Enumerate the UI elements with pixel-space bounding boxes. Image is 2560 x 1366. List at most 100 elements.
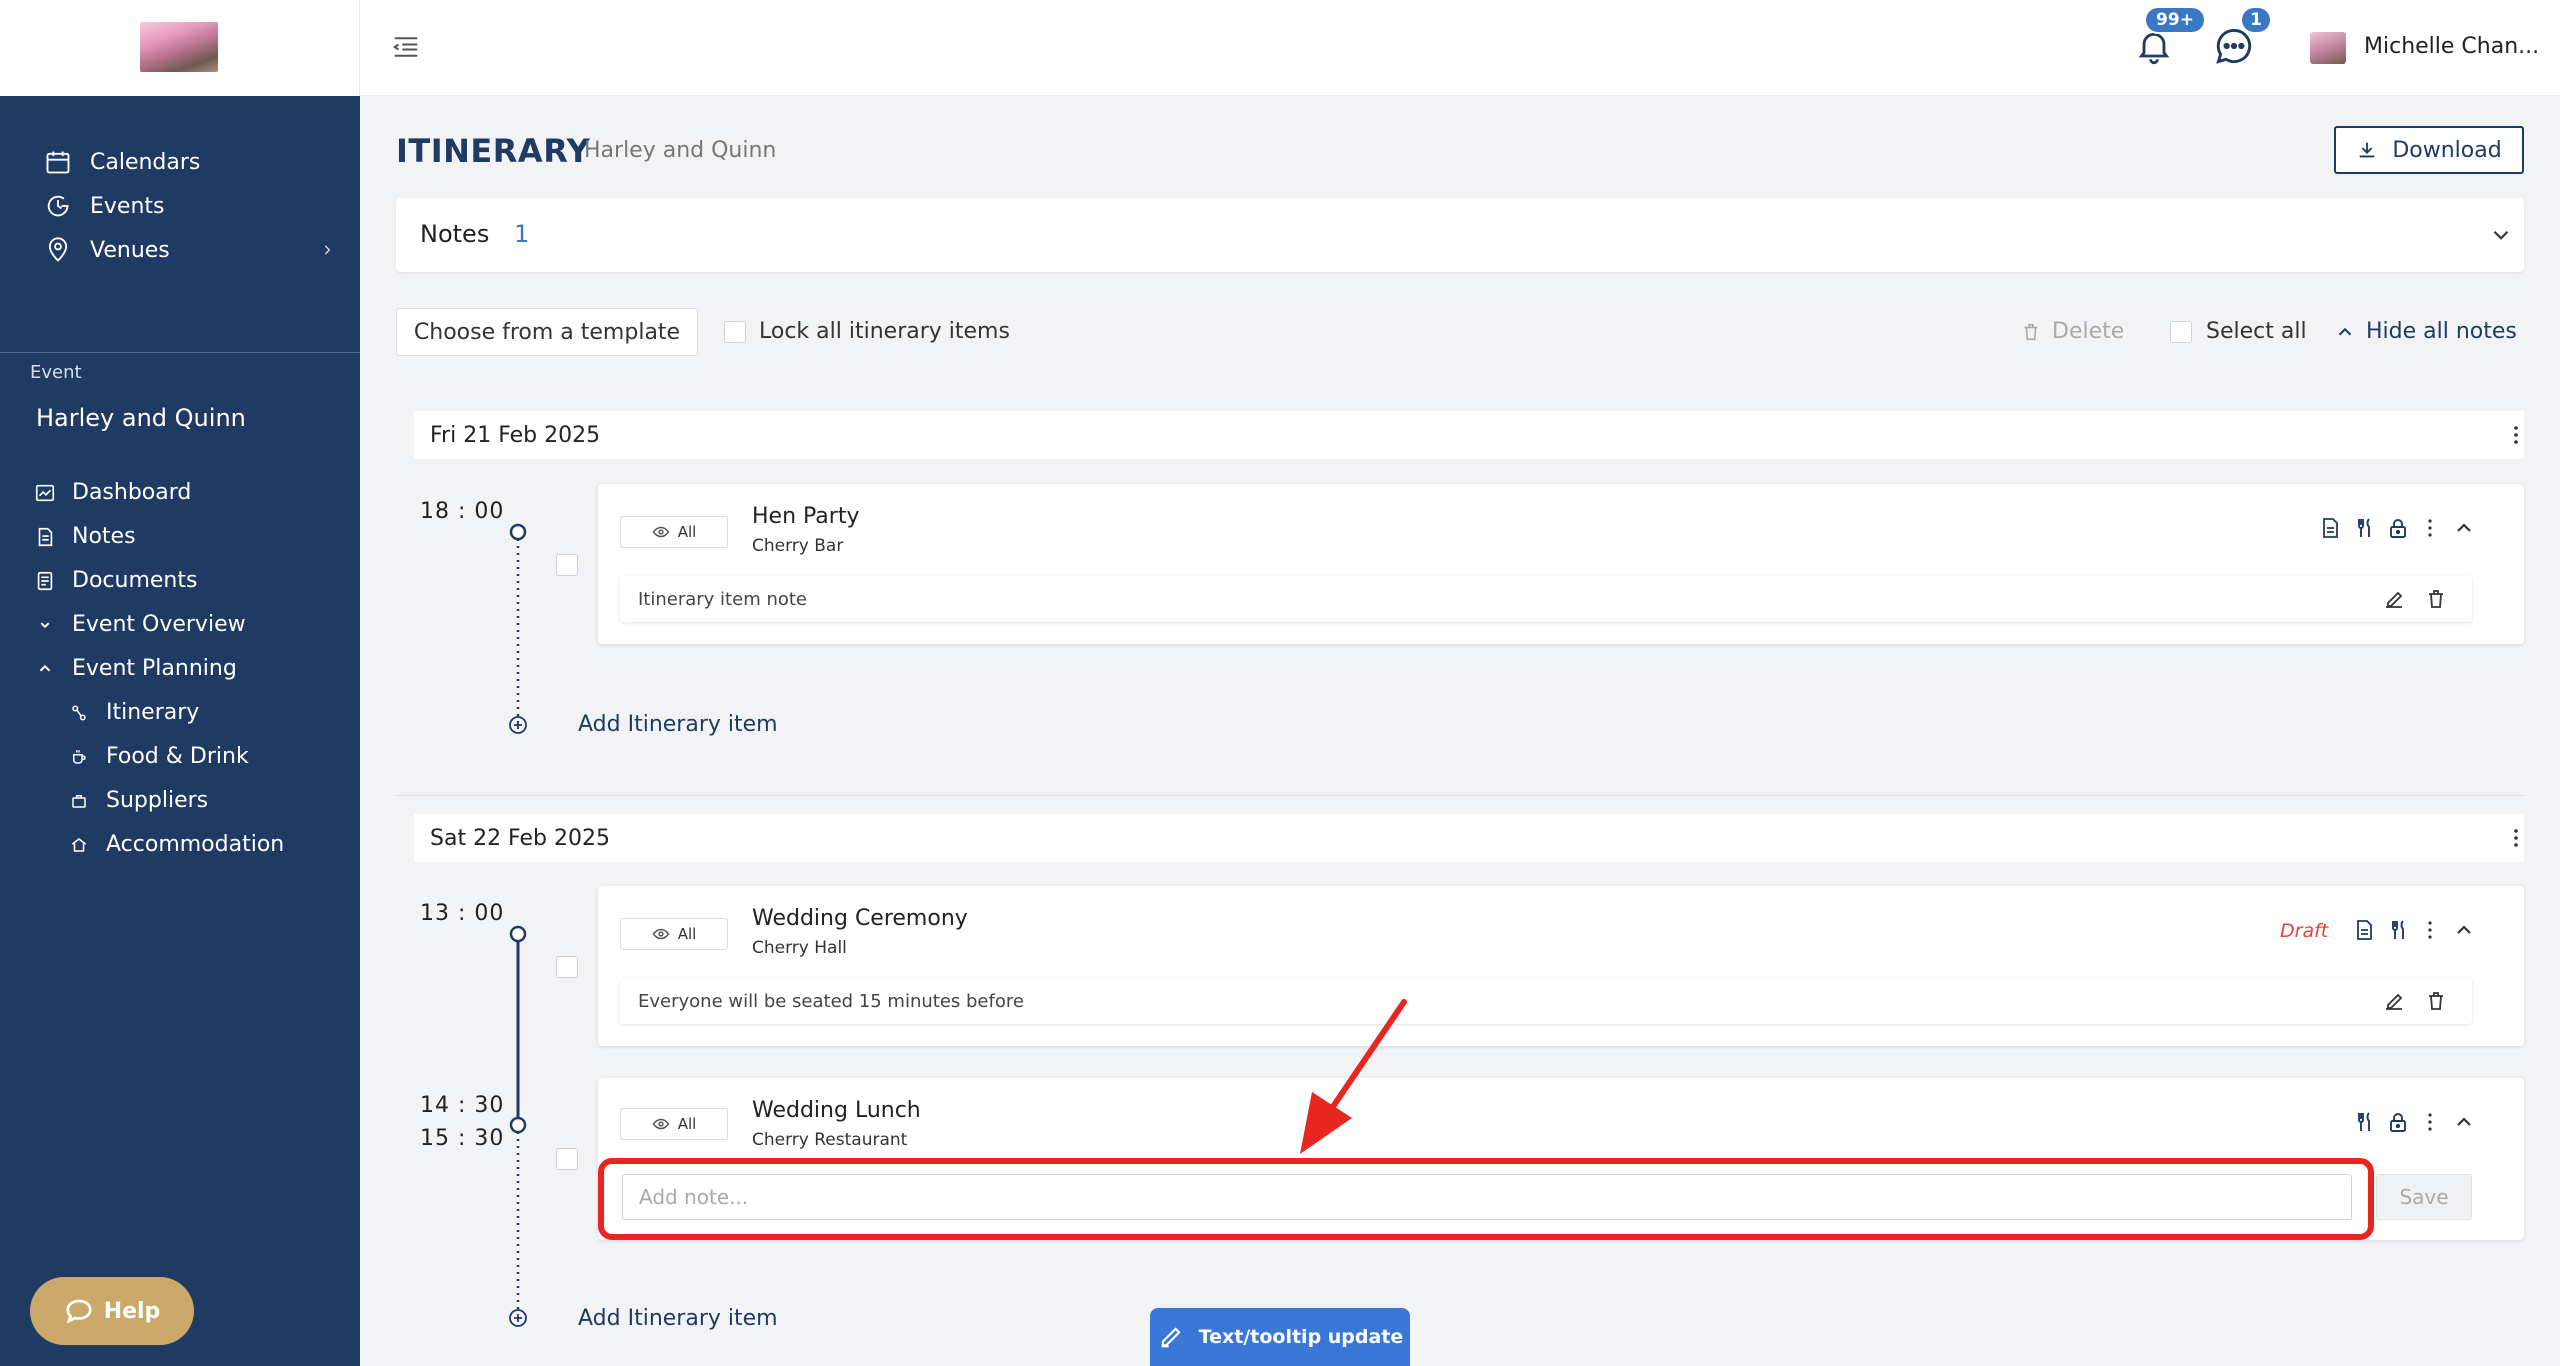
sidebar: Calendars Events Venues Event Harley and… xyxy=(0,96,360,1366)
sidebar-item-venues[interactable]: Venues xyxy=(44,236,334,264)
document-icon[interactable] xyxy=(2318,516,2342,540)
itinerary-item-card[interactable]: All Hen Party Cherry Bar Itinerary item … xyxy=(598,484,2524,644)
collapse-menu-icon[interactable] xyxy=(390,32,422,62)
sidebar-item-accommodation[interactable]: Accommodation xyxy=(70,832,284,857)
item-end-time: 15 : 30 xyxy=(420,1126,505,1151)
day-header: Sat 22 Feb 2025 xyxy=(414,814,2524,862)
cutlery-icon[interactable] xyxy=(2352,516,2376,540)
sidebar-item-event-planning[interactable]: Event Planning xyxy=(34,656,237,681)
trash-icon xyxy=(2024,323,2038,340)
item-title: Wedding Ceremony xyxy=(752,906,968,931)
notes-count: 1 xyxy=(514,220,530,248)
add-circle-icon[interactable] xyxy=(506,1306,530,1330)
add-circle-icon[interactable] xyxy=(506,713,530,737)
sidebar-item-label: Documents xyxy=(72,568,198,593)
add-itinerary-item-link[interactable]: Add Itinerary item xyxy=(578,1306,778,1331)
trash-icon[interactable] xyxy=(2424,989,2448,1013)
notes-icon xyxy=(38,527,53,546)
item-note: Everyone will be seated 15 minutes befor… xyxy=(620,978,2472,1024)
chevron-up-icon[interactable] xyxy=(2452,1110,2476,1134)
chevron-down-icon[interactable] xyxy=(2488,222,2514,248)
hide-all-notes-label: Hide all notes xyxy=(2366,319,2517,344)
more-vertical-icon[interactable] xyxy=(2418,918,2442,942)
cutlery-icon[interactable] xyxy=(2386,918,2410,942)
lock-all-checkbox[interactable] xyxy=(724,321,746,343)
delete-label: Delete xyxy=(2052,319,2125,344)
event-name[interactable]: Harley and Quinn xyxy=(36,404,246,432)
sidebar-item-events[interactable]: Events xyxy=(44,192,165,220)
edit-pencil-icon[interactable] xyxy=(2382,989,2406,1013)
day-header: Fri 21 Feb 2025 xyxy=(414,411,2524,459)
visibility-pill[interactable]: All xyxy=(620,1108,728,1140)
sidebar-divider xyxy=(0,352,360,353)
location-pin-icon xyxy=(48,237,68,262)
day-date: Fri 21 Feb 2025 xyxy=(430,423,601,448)
item-start-time: 13 : 00 xyxy=(420,901,505,926)
sidebar-item-documents[interactable]: Documents xyxy=(34,568,197,593)
sidebar-item-label: Accommodation xyxy=(106,832,285,857)
sidebar-item-event-overview[interactable]: Event Overview xyxy=(34,612,246,637)
item-checkbox[interactable] xyxy=(556,554,578,576)
venue-logo-image[interactable] xyxy=(140,22,218,72)
select-all-label: Select all xyxy=(2206,319,2307,344)
avatar[interactable] xyxy=(2310,32,2346,64)
sidebar-item-dashboard[interactable]: Dashboard xyxy=(34,480,191,505)
sidebar-item-suppliers[interactable]: Suppliers xyxy=(70,788,208,813)
more-vertical-icon[interactable] xyxy=(2418,516,2442,540)
more-vertical-icon[interactable] xyxy=(2418,1110,2442,1134)
draft-status: Draft xyxy=(2280,920,2329,942)
sidebar-item-label: Events xyxy=(90,193,165,219)
delete-button[interactable]: Delete xyxy=(2020,319,2124,344)
download-button[interactable]: Download xyxy=(2334,126,2524,174)
sidebar-item-label: Itinerary xyxy=(106,700,200,725)
sidebar-item-label: Venues xyxy=(90,237,170,263)
user-name[interactable]: Michelle Chan... xyxy=(2364,34,2539,59)
chevron-up-icon xyxy=(39,664,51,672)
visibility-pill[interactable]: All xyxy=(620,918,728,950)
lock-icon[interactable] xyxy=(2386,516,2410,540)
trash-icon[interactable] xyxy=(2424,587,2448,611)
item-note-text: Itinerary item note xyxy=(638,589,807,610)
timeline xyxy=(509,925,527,1314)
edit-pencil-icon[interactable] xyxy=(2382,587,2406,611)
item-venue: Cherry Hall xyxy=(752,938,847,958)
sidebar-item-itinerary[interactable]: Itinerary xyxy=(70,700,199,725)
save-note-button[interactable]: Save xyxy=(2376,1174,2472,1220)
item-checkbox[interactable] xyxy=(556,956,578,978)
select-all-checkbox[interactable] xyxy=(2170,321,2192,343)
itinerary-item-card[interactable]: All Wedding Ceremony Cherry Hall Draft E… xyxy=(598,886,2524,1046)
item-start-time: 14 : 30 xyxy=(420,1093,505,1118)
lock-icon[interactable] xyxy=(2386,1110,2410,1134)
help-button[interactable]: Help xyxy=(30,1277,194,1345)
notes-panel[interactable]: Notes 1 xyxy=(396,198,2524,272)
page-subtitle: Harley and Quinn xyxy=(584,138,777,163)
highlight-annotation-box xyxy=(598,1158,2374,1240)
visibility-pill[interactable]: All xyxy=(620,516,728,548)
download-label: Download xyxy=(2392,137,2502,163)
sidebar-item-label: Event Overview xyxy=(72,612,246,637)
timeline xyxy=(509,523,527,722)
item-title: Wedding Lunch xyxy=(752,1098,921,1123)
item-checkbox[interactable] xyxy=(556,1148,578,1170)
add-itinerary-item-link[interactable]: Add Itinerary item xyxy=(578,712,778,737)
text-tooltip-update-button[interactable]: Text/tooltip update xyxy=(1150,1308,1410,1366)
document-icon[interactable] xyxy=(2352,918,2376,942)
cutlery-icon[interactable] xyxy=(2352,1110,2376,1134)
visibility-label: All xyxy=(677,925,697,943)
sidebar-item-calendars[interactable]: Calendars xyxy=(44,148,200,176)
more-vertical-icon[interactable] xyxy=(2504,826,2528,850)
choose-template-button[interactable]: Choose from a template xyxy=(396,308,698,356)
more-vertical-icon[interactable] xyxy=(2504,423,2528,447)
hide-all-notes-button[interactable]: Hide all notes xyxy=(2334,319,2517,344)
sidebar-item-food-drink[interactable]: Food & Drink xyxy=(70,744,249,769)
item-note-text: Everyone will be seated 15 minutes befor… xyxy=(638,991,1024,1012)
eye-icon xyxy=(652,928,670,940)
annotation-arrow-icon xyxy=(1300,999,1407,1154)
chevron-up-icon[interactable] xyxy=(2452,516,2476,540)
sidebar-item-label: Event Planning xyxy=(72,656,237,681)
events-clock-icon xyxy=(47,195,69,217)
sidebar-item-label: Suppliers xyxy=(106,788,209,813)
dashboard-icon xyxy=(35,484,55,501)
sidebar-item-notes[interactable]: Notes xyxy=(34,524,136,549)
chevron-up-icon[interactable] xyxy=(2452,918,2476,942)
